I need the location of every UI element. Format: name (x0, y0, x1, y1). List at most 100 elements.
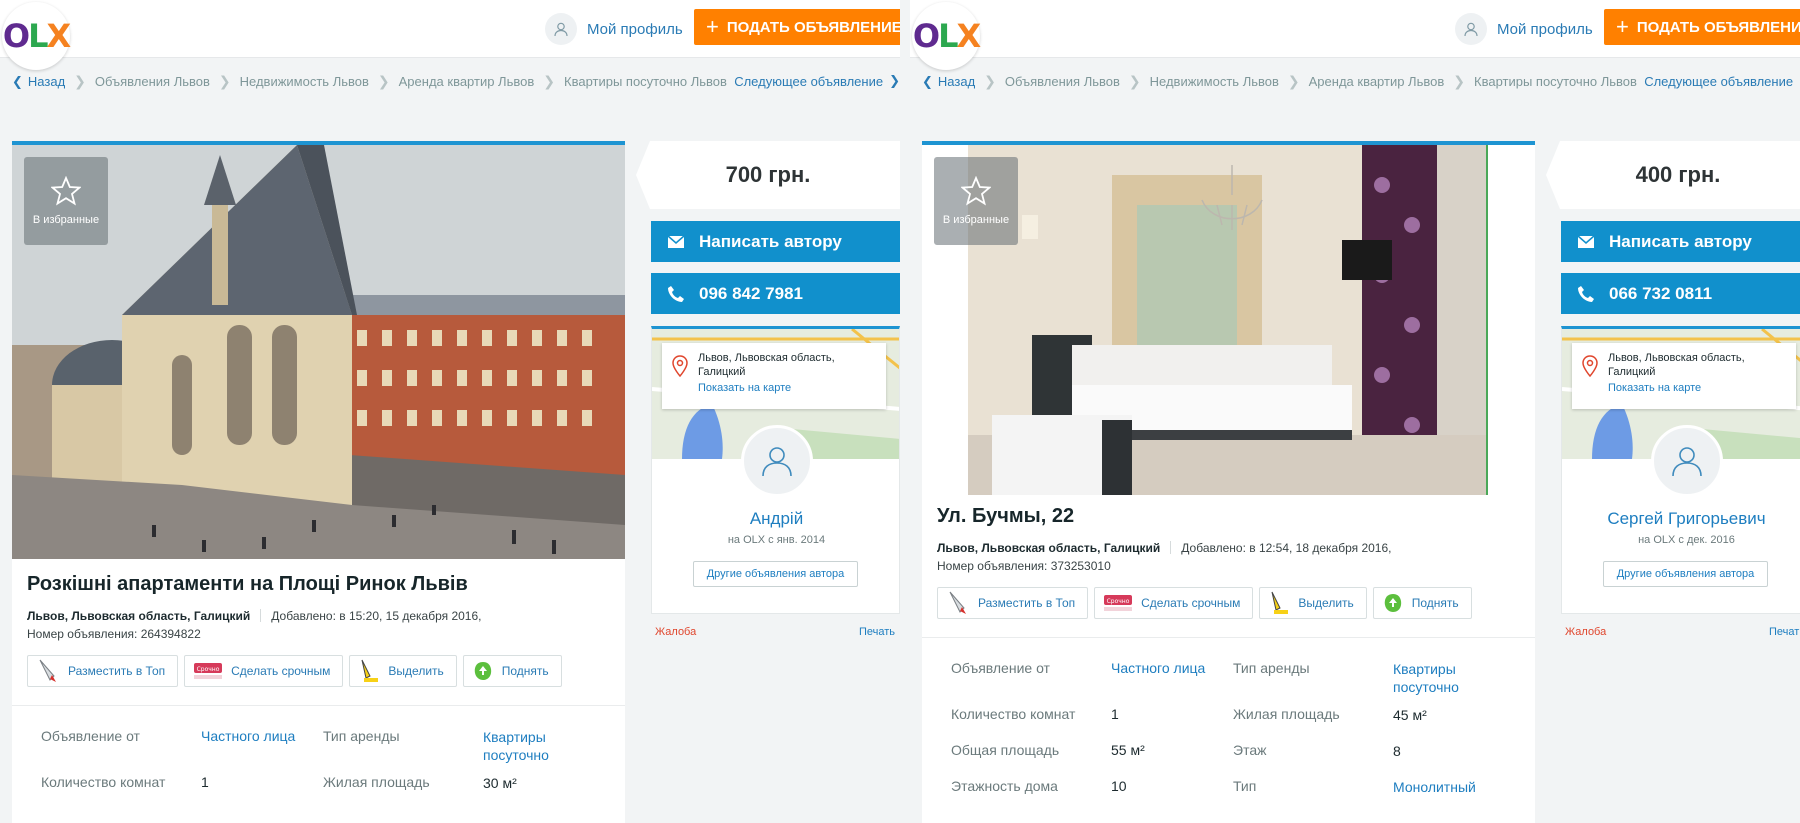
bump-button[interactable]: Поднять (462, 655, 562, 687)
add-to-favorites[interactable]: В избранные (24, 157, 108, 245)
chevron-left-icon: ❮ (922, 73, 933, 89)
listing-page-1: OLX Мой профиль + ПОДАТЬ ОБЪЯВЛЕНИЕ ❮ Наза… (0, 0, 900, 823)
ad-photo[interactable]: В избранные (12, 145, 625, 559)
promo-actions: Разместить в Топ Срочно Сделать срочным … (27, 655, 562, 687)
profile-link[interactable]: Мой профиль (545, 13, 683, 45)
show-on-map-link[interactable]: Показать на карте (1608, 381, 1788, 395)
other-ads-button[interactable]: Другие объявления автора (693, 561, 858, 587)
olx-logo[interactable]: OLX (912, 2, 981, 70)
param-link[interactable]: Квартиры посуточно (1393, 660, 1511, 696)
profile-link[interactable]: Мой профиль (1455, 13, 1593, 45)
breadcrumb-item[interactable]: Недвижимость Львов (1150, 74, 1279, 89)
urgent-tag-icon: Срочно (1104, 595, 1133, 611)
ad-meta: Львов, Львовская область, Галицкий Добавл… (937, 539, 1391, 575)
next-ad-link[interactable]: Следующее объявление❯ (734, 73, 900, 89)
ad-card: В избранные Розкішні апартаменти на Площ… (12, 141, 625, 823)
ad-meta: Львов, Львовская область, Галицкий Добавл… (27, 607, 481, 643)
rocket-icon (39, 659, 56, 682)
back-link[interactable]: ❮ Назад (922, 74, 975, 90)
seller-name[interactable]: Сергей Григорьевич (1562, 509, 1800, 529)
print-link[interactable]: Печать (1769, 626, 1800, 638)
param-link[interactable]: Квартиры посуточно (483, 728, 601, 764)
param-row: Количество комнат 1 Жилая площадь 30 м² (41, 774, 517, 791)
back-link[interactable]: ❮ Назад (12, 74, 65, 90)
add-to-favorites[interactable]: В избранные (934, 157, 1018, 245)
ad-location: Львов, Львовская область, Галицкий (27, 609, 251, 623)
phone-icon (1578, 285, 1594, 302)
promo-actions: Разместить в Топ Срочно Сделать срочным … (937, 587, 1472, 619)
param-row: Количество комнат 1 Жилая площадь 45 м² (951, 706, 1427, 723)
map-location-box: Львов, Львовская область, Галицкий Показ… (662, 343, 886, 409)
make-urgent-button[interactable]: Срочно Сделать срочным (184, 655, 344, 687)
breadcrumb-item[interactable]: Объявления Львов (1005, 74, 1120, 89)
param-row: Объявление от Частного лица Тип аренды К… (41, 728, 601, 774)
param-link[interactable]: Монолитный (1393, 778, 1511, 796)
seller-avatar[interactable] (1651, 425, 1723, 497)
param-row: Объявление от Частного лица Тип аренды К… (951, 660, 1511, 706)
ad-card: В избранные Ул. Бучмы, 22 Львов, Львовск… (922, 141, 1535, 823)
breadcrumb-item[interactable]: Аренда квартир Львов (399, 74, 535, 89)
rocket-icon (949, 591, 966, 614)
highlight-button[interactable]: Выделить (349, 655, 457, 687)
phone-button[interactable]: 066 732 0811 (1561, 273, 1800, 314)
price: 700 грн. (636, 141, 900, 209)
param-link[interactable]: Частного лица (1111, 660, 1233, 676)
breadcrumb: ❮ Назад ❯ Объявления Львов ❯ Недвижимость… (12, 73, 727, 90)
post-ad-button[interactable]: + ПОДАТЬ ОБЪЯВЛЕНИЕ (1604, 9, 1800, 45)
show-on-map-link[interactable]: Показать на карте (698, 381, 878, 395)
location-pin-icon (672, 355, 688, 377)
ad-title: Ул. Бучмы, 22 (937, 505, 1075, 527)
seller-since: на OLX с дек. 2016 (1638, 534, 1735, 546)
highlighter-icon (1271, 591, 1289, 614)
svg-text:Срочно: Срочно (1107, 598, 1130, 605)
other-ads-button[interactable]: Другие объявления автора (1603, 561, 1768, 587)
make-urgent-button[interactable]: Срочно Сделать срочным (1094, 587, 1254, 619)
price: 400 грн. (1546, 141, 1800, 209)
breadcrumb-item[interactable]: Квартиры посуточно Львов (1474, 74, 1637, 89)
map-location-text: Львов, Львовская область, Галицкий (1608, 352, 1745, 378)
ad-number: Номер объявления: 264394822 (27, 627, 201, 641)
seller-card: Львов, Львовская область, Галицкий Показ… (651, 326, 900, 614)
seller-avatar[interactable] (741, 425, 813, 497)
bump-button[interactable]: Поднять (1372, 587, 1472, 619)
svg-text:Срочно: Срочно (197, 666, 220, 673)
bump-up-icon (474, 662, 491, 680)
olx-logo[interactable]: OLX (2, 2, 71, 70)
breadcrumb-item[interactable]: Недвижимость Львов (240, 74, 369, 89)
breadcrumb-item[interactable]: Объявления Львов (95, 74, 210, 89)
param-link[interactable]: Частного лица (201, 728, 323, 744)
breadcrumb-item[interactable]: Аренда квартир Львов (1309, 74, 1445, 89)
param-row: Общая площадь 55 м² Этаж 8 (951, 742, 1401, 759)
ad-photo[interactable]: В избранные (922, 145, 1535, 559)
user-icon (1672, 447, 1702, 477)
profile-label: Мой профиль (587, 20, 683, 38)
ad-number: Номер объявления: 373253010 (937, 559, 1111, 573)
write-author-button[interactable]: Написать автору (1561, 221, 1800, 262)
listing-page-2: OLX Мой профиль + ПОДАТЬ ОБЪЯВЛЕНИЕ ❮ Наза… (910, 0, 1800, 823)
user-icon (545, 13, 577, 45)
promote-top-button[interactable]: Разместить в Топ (27, 655, 179, 687)
envelope-icon (667, 234, 685, 248)
location-pin-icon (1582, 355, 1598, 377)
seller-since: на OLX с янв. 2014 (727, 534, 826, 546)
phone-button[interactable]: 096 842 7981 (651, 273, 900, 314)
seller-name[interactable]: Андрій (652, 509, 899, 529)
highlight-button[interactable]: Выделить (1259, 587, 1367, 619)
user-icon (1455, 13, 1487, 45)
print-link[interactable]: Печать (859, 626, 895, 638)
phone-icon (668, 285, 684, 302)
ad-params: Объявление от Частного лица Тип аренды К… (951, 660, 1511, 814)
breadcrumb-item[interactable]: Квартиры посуточно Львов (564, 74, 727, 89)
post-ad-button[interactable]: + ПОДАТЬ ОБЪЯВЛЕНИЕ (694, 9, 900, 45)
complaint-link[interactable]: Жалоба (655, 626, 696, 638)
seller-card: Львов, Львовская область, Галицкий Показ… (1561, 326, 1800, 614)
promote-top-button[interactable]: Разместить в Топ (937, 587, 1089, 619)
next-ad-link[interactable]: Следующее объявление❯ (1644, 73, 1800, 89)
complaint-link[interactable]: Жалоба (1565, 626, 1606, 638)
param-row: Этажность дома 10 Тип Монолитный (951, 778, 1511, 814)
ad-added-date: Добавлено: в 12:54, 18 декабря 2016, (1181, 541, 1392, 555)
envelope-icon (1577, 234, 1595, 248)
map-location-box: Львов, Львовская область, Галицкий Показ… (1572, 343, 1796, 409)
write-author-button[interactable]: Написать автору (651, 221, 900, 262)
plus-icon: + (706, 14, 719, 39)
